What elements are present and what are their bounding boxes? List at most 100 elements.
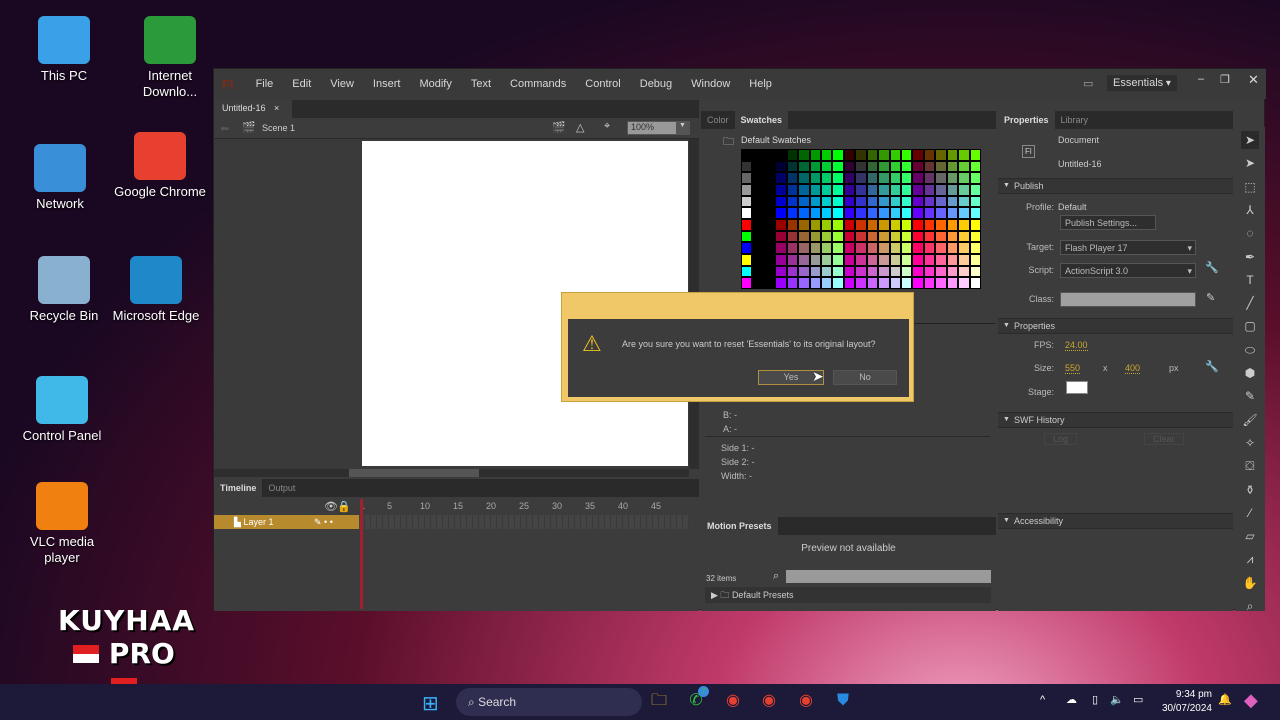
default-presets-folder[interactable]: ▶ 🗀 Default Presets <box>705 587 991 603</box>
swatch[interactable] <box>821 172 833 184</box>
swatch[interactable] <box>855 277 867 289</box>
swatch[interactable] <box>843 218 856 231</box>
swatch[interactable] <box>798 265 810 278</box>
swatch[interactable] <box>855 149 867 161</box>
swatch[interactable] <box>878 172 890 184</box>
swatch[interactable] <box>855 160 867 173</box>
swatch[interactable] <box>923 277 936 289</box>
swatch[interactable] <box>832 195 844 208</box>
swatch[interactable] <box>786 149 799 161</box>
swatch[interactable] <box>832 149 844 161</box>
swatch[interactable] <box>798 242 810 254</box>
swatch[interactable] <box>763 230 776 243</box>
publish-section[interactable]: Publish <box>998 178 1233 194</box>
swatch[interactable] <box>741 277 753 289</box>
swatch[interactable] <box>866 218 879 231</box>
center-stage-icon[interactable]: ⌖ <box>604 120 610 133</box>
swatch[interactable] <box>763 183 776 196</box>
swatch[interactable] <box>935 265 947 278</box>
swatch[interactable] <box>912 195 924 208</box>
swatch[interactable] <box>912 207 924 219</box>
swatch[interactable] <box>741 265 753 278</box>
swatch[interactable] <box>866 242 879 254</box>
swatch[interactable] <box>832 230 844 243</box>
swatch[interactable] <box>809 218 821 231</box>
rectangle-tool-icon[interactable]: ▢ <box>1241 317 1259 335</box>
swatch[interactable] <box>763 195 776 208</box>
defender-icon[interactable]: ⛊ <box>830 688 856 714</box>
accessibility-section[interactable]: Accessibility <box>998 513 1233 529</box>
swatch[interactable] <box>946 149 959 161</box>
swatch[interactable] <box>901 265 913 278</box>
swatch[interactable] <box>912 230 924 243</box>
swatch[interactable] <box>798 253 810 266</box>
swatch[interactable] <box>912 253 924 266</box>
swatch[interactable] <box>832 172 844 184</box>
swatch[interactable] <box>775 218 787 231</box>
pencil-icon[interactable]: ✎ <box>1206 291 1215 304</box>
swatch[interactable] <box>878 207 890 219</box>
swatch[interactable] <box>809 183 821 196</box>
swatch[interactable] <box>969 242 981 254</box>
start-button[interactable]: ⊞ <box>422 691 439 716</box>
pen-tool-icon[interactable]: ✒ <box>1241 248 1259 266</box>
swatch[interactable] <box>809 277 821 289</box>
desktop-icon[interactable]: Internet Downlo... <box>120 16 220 100</box>
swatch[interactable] <box>752 183 764 196</box>
swatch[interactable] <box>832 265 844 278</box>
swatch[interactable] <box>775 253 787 266</box>
swatch[interactable] <box>889 160 901 173</box>
swatch[interactable] <box>969 265 981 278</box>
swatch[interactable] <box>752 172 764 184</box>
swatch[interactable] <box>969 207 981 219</box>
swatch[interactable] <box>935 230 947 243</box>
swatch[interactable] <box>923 242 936 254</box>
swatch[interactable] <box>763 207 776 219</box>
swatch[interactable] <box>912 277 924 289</box>
swatch[interactable] <box>775 230 787 243</box>
swatch[interactable] <box>866 149 879 161</box>
swatch[interactable] <box>923 195 936 208</box>
script-select[interactable]: ActionScript 3.0 ▾ <box>1060 263 1196 278</box>
line-tool-icon[interactable]: ╱ <box>1241 294 1259 312</box>
height-value[interactable]: 400 <box>1125 363 1141 374</box>
swatch[interactable] <box>878 218 890 231</box>
swatch[interactable] <box>741 218 753 231</box>
menu-text[interactable]: Text <box>471 78 491 90</box>
swatch[interactable] <box>843 207 856 219</box>
swatch[interactable] <box>946 253 959 266</box>
swatch[interactable] <box>775 207 787 219</box>
desktop-icon[interactable]: Google Chrome <box>110 132 210 200</box>
swatch[interactable] <box>912 160 924 173</box>
swatch[interactable] <box>923 172 936 184</box>
swatch[interactable] <box>843 172 856 184</box>
swatch[interactable] <box>969 149 981 161</box>
swatch[interactable] <box>935 195 947 208</box>
tab-timeline[interactable]: Timeline <box>214 479 263 497</box>
swatch[interactable] <box>798 207 810 219</box>
swatch[interactable] <box>889 195 901 208</box>
swatch[interactable] <box>878 183 890 196</box>
menu-edit[interactable]: Edit <box>292 78 311 90</box>
swatch[interactable] <box>878 253 890 266</box>
eyedropper-tool-icon[interactable]: ⁄ <box>1241 504 1259 522</box>
whatsapp-icon[interactable]: ✆ 7 <box>683 686 709 714</box>
swatch[interactable] <box>843 160 856 173</box>
swatch[interactable] <box>878 195 890 208</box>
eye-icon[interactable]: 👁 <box>324 500 338 513</box>
swatch[interactable] <box>866 160 879 173</box>
swatch[interactable] <box>855 172 867 184</box>
tab-properties[interactable]: Properties <box>998 111 1055 129</box>
swatch[interactable] <box>889 277 901 289</box>
swatch[interactable] <box>923 183 936 196</box>
swatch[interactable] <box>935 242 947 254</box>
swatch[interactable] <box>843 277 856 289</box>
swatch[interactable] <box>889 183 901 196</box>
swatch[interactable] <box>786 195 799 208</box>
swatch[interactable] <box>763 265 776 278</box>
swatch[interactable] <box>786 277 799 289</box>
eraser-tool-icon[interactable]: ▱ <box>1241 527 1259 545</box>
swatch[interactable] <box>946 265 959 278</box>
swatch[interactable] <box>878 149 890 161</box>
lasso-tool-icon[interactable]: ◌ <box>1241 224 1259 242</box>
